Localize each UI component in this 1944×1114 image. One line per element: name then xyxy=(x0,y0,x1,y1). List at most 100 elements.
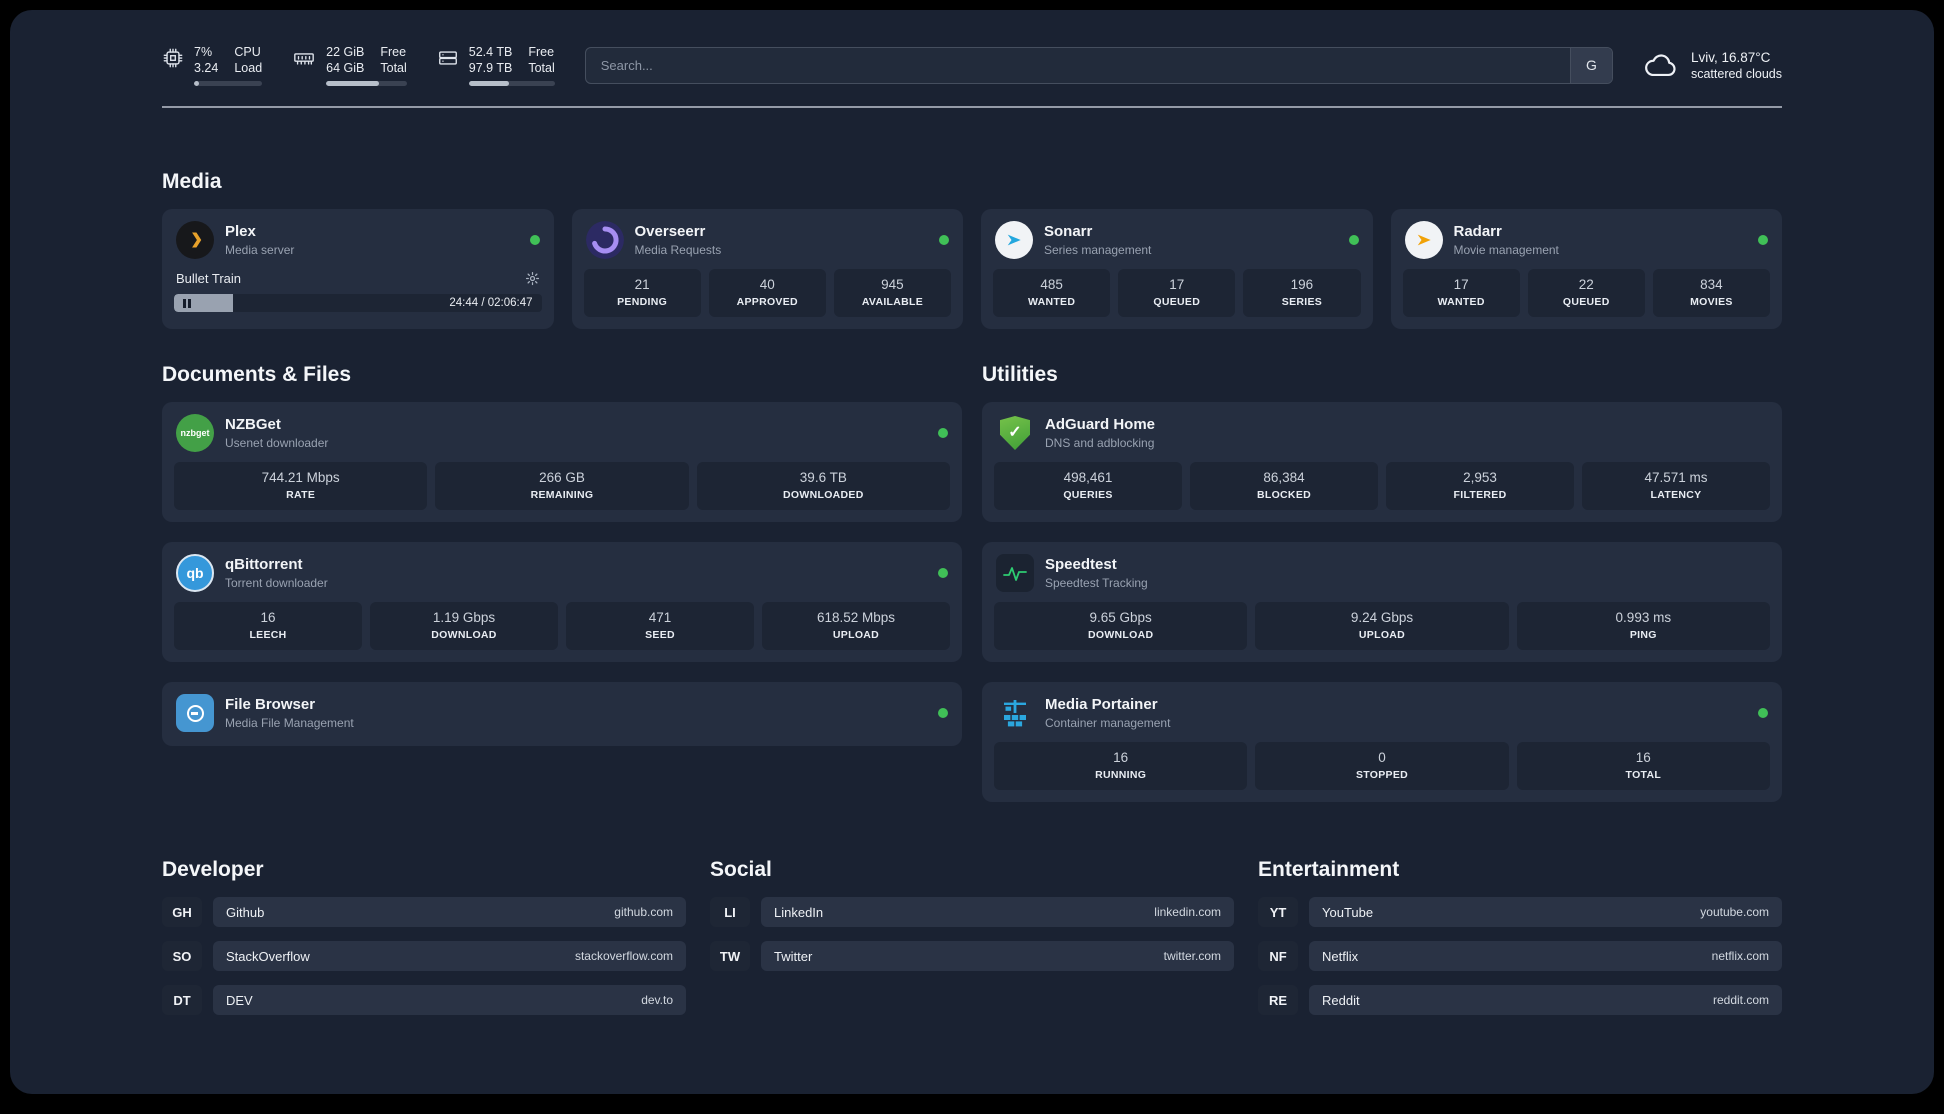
bookmark-dev[interactable]: DT DEV dev.to xyxy=(162,985,686,1015)
app-card-nzbget[interactable]: nzbget NZBGet Usenet downloader 744.21 M… xyxy=(162,402,962,522)
cpu-values: 7% 3.24 xyxy=(194,44,218,76)
entertainment-section-title: Entertainment xyxy=(1258,858,1400,881)
stat-pending: 21 PENDING xyxy=(583,269,701,317)
stat-queued: 22 QUEUED xyxy=(1527,269,1645,317)
app-card-filebrowser[interactable]: File Browser Media File Management xyxy=(162,682,962,746)
status-dot xyxy=(529,235,540,245)
cloud-icon xyxy=(1643,52,1679,79)
ram-free: 22 GiB xyxy=(326,45,365,59)
stat-queued: 17 QUEUED xyxy=(1118,269,1236,317)
memory-icon xyxy=(292,47,316,69)
stat-download: 1.19 Gbps DOWNLOAD xyxy=(370,602,558,650)
ram-usage-widget: 22 GiB 64 GiB Free Total xyxy=(292,44,407,86)
weather-condition: scattered clouds xyxy=(1690,66,1782,81)
app-desc: DNS and adblocking xyxy=(1045,436,1155,450)
stat-movies: 834 MOVIES xyxy=(1652,269,1771,317)
bookmark-stackoverflow[interactable]: SO StackOverflow stackoverflow.com xyxy=(162,941,686,971)
section-utilities: Utilities ✓ AdGuard Home DNS and adblock… xyxy=(982,363,1782,802)
bookmark-reddit[interactable]: RE Reddit reddit.com xyxy=(1258,985,1782,1015)
app-name: Overseerr xyxy=(634,223,706,240)
app-desc: Torrent downloader xyxy=(225,576,328,590)
disk-free: 52.4 TB xyxy=(468,45,513,59)
app-name: File Browser xyxy=(225,696,316,713)
app-name: Media Portainer xyxy=(1045,696,1158,713)
section-media: Media Plex Media server Bullet Train 24:… xyxy=(162,170,1782,329)
stat-latency: 47.571 ms LATENCY xyxy=(1582,462,1770,510)
bookmark-netflix[interactable]: NF Netflix netflix.com xyxy=(1258,941,1782,971)
nzbget-icon: nzbget xyxy=(176,414,214,452)
playback-time: 24:44 / 02:06:47 xyxy=(449,297,533,309)
reddit-icon: RE xyxy=(1258,985,1298,1015)
playback-progress-bar[interactable]: 24:44 / 02:06:47 xyxy=(174,294,542,312)
app-card-plex[interactable]: Plex Media server Bullet Train 24:44 / 0… xyxy=(162,209,554,329)
topbar-divider xyxy=(162,106,1782,108)
app-card-speedtest[interactable]: Speedtest Speedtest Tracking 9.65 Gbps D… xyxy=(982,542,1782,662)
netflix-icon: NF xyxy=(1258,941,1298,971)
cpu-load: 3.24 xyxy=(194,61,219,75)
ram-values: 22 GiB 64 GiB xyxy=(326,44,364,76)
status-dot xyxy=(1348,235,1359,245)
weather-widget: Lviv, 16.87°C scattered clouds xyxy=(1643,50,1782,81)
plex-icon xyxy=(176,221,214,259)
status-dot xyxy=(939,235,949,245)
bookmark-github[interactable]: GH Github github.com xyxy=(162,897,686,927)
youtube-icon: YT xyxy=(1258,897,1298,927)
stat-ping: 0.993 ms PING xyxy=(1516,602,1770,650)
utilities-section-title: Utilities xyxy=(982,363,1058,386)
app-desc: Container management xyxy=(1045,716,1171,730)
app-name: AdGuard Home xyxy=(1045,416,1156,433)
cpu-icon xyxy=(162,47,184,69)
portainer-icon xyxy=(996,694,1034,732)
ram-progress-bar xyxy=(326,81,407,86)
hard-drive-icon xyxy=(437,47,459,69)
social-section-title: Social xyxy=(710,858,772,881)
stat-rate: 744.21 Mbps RATE xyxy=(174,462,428,510)
app-card-radarr[interactable]: Radarr Movie management 17 WANTED 22 QUE… xyxy=(1390,209,1782,329)
stat-leech: 16 LEECH xyxy=(174,602,362,650)
gear-icon[interactable] xyxy=(525,271,540,286)
developer-section-title: Developer xyxy=(162,858,264,881)
stat-wanted: 17 WANTED xyxy=(1402,269,1520,317)
status-dot xyxy=(1758,708,1768,718)
media-section-title: Media xyxy=(162,170,222,193)
twitter-icon: TW xyxy=(710,941,750,971)
search-input[interactable] xyxy=(585,47,1570,83)
cpu-labels: CPU Load xyxy=(234,45,263,75)
app-card-adguard[interactable]: ✓ AdGuard Home DNS and adblocking 498,46… xyxy=(982,402,1782,522)
documents-section-title: Documents & Files xyxy=(162,363,352,386)
stat-total: 16 TOTAL xyxy=(1516,742,1770,790)
app-card-qbittorrent[interactable]: qb qBittorrent Torrent downloader 16 LEE… xyxy=(162,542,962,662)
search-engine-button[interactable]: G xyxy=(1569,47,1612,83)
qbittorrent-icon: qb xyxy=(176,554,214,592)
app-desc: Usenet downloader xyxy=(225,436,329,450)
sonarr-icon xyxy=(995,221,1033,259)
bookmark-linkedin[interactable]: LI LinkedIn linkedin.com xyxy=(710,897,1234,927)
adguard-icon: ✓ xyxy=(996,414,1034,452)
stat-download: 9.65 Gbps DOWNLOAD xyxy=(994,602,1248,650)
now-playing-title: Bullet Train xyxy=(176,271,242,286)
pause-icon[interactable] xyxy=(183,298,191,308)
bookmark-twitter[interactable]: TW Twitter twitter.com xyxy=(710,941,1234,971)
disk-values: 52.4 TB 97.9 TB xyxy=(469,44,513,76)
overseerr-icon xyxy=(585,221,624,259)
stat-queries: 498,461 QUERIES xyxy=(994,462,1182,510)
disk-progress-bar xyxy=(468,81,555,86)
radarr-icon xyxy=(1404,221,1443,259)
status-dot xyxy=(1758,235,1768,245)
cpu-progress-bar xyxy=(194,81,263,86)
status-dot xyxy=(938,708,948,718)
stat-series: 196 SERIES xyxy=(1243,269,1361,317)
stat-stopped: 0 STOPPED xyxy=(1255,742,1509,790)
stat-remaining: 266 GB REMAINING xyxy=(435,462,689,510)
cpu-percent: 7% xyxy=(194,45,213,59)
app-card-portainer[interactable]: Media Portainer Container management 16 … xyxy=(982,682,1782,802)
bookmark-youtube[interactable]: YT YouTube youtube.com xyxy=(1258,897,1782,927)
app-card-overseerr[interactable]: Overseerr Media Requests 21 PENDING 40 A… xyxy=(571,209,963,329)
app-desc: Series management xyxy=(1044,243,1152,257)
section-social: Social LI LinkedIn linkedin.com TW Twitt… xyxy=(710,858,1234,1015)
app-card-sonarr[interactable]: Sonarr Series management 485 WANTED 17 Q… xyxy=(981,209,1373,329)
linkedin-icon: LI xyxy=(710,897,750,927)
app-desc: Speedtest Tracking xyxy=(1045,576,1148,590)
app-desc: Media Requests xyxy=(634,243,722,257)
speedtest-icon xyxy=(996,554,1034,592)
